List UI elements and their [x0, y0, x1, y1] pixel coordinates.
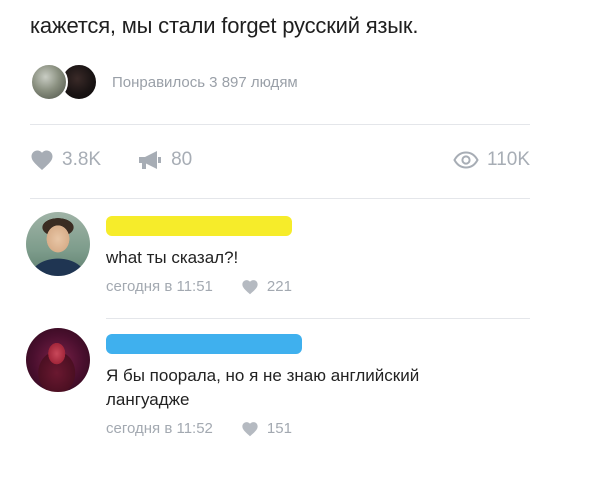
like-button[interactable]: 3.8K	[30, 149, 101, 171]
likes-summary[interactable]: Понравилось 3 897 людям	[30, 62, 298, 102]
commenter-avatar[interactable]	[26, 212, 90, 276]
eye-icon	[453, 151, 479, 169]
comment-likes-count: 221	[266, 278, 292, 295]
divider	[30, 198, 530, 199]
liker-avatar[interactable]	[30, 63, 68, 101]
likes-summary-text[interactable]: Понравилось 3 897 людям	[112, 74, 298, 91]
comment-likes-count: 151	[266, 420, 292, 437]
commenter-name-redacted[interactable]	[106, 216, 292, 236]
commenter-avatar[interactable]	[26, 328, 90, 392]
views-counter: 110K	[453, 149, 530, 171]
comment-time[interactable]: сегодня в 11:52	[106, 420, 213, 437]
post-stats: 3.8K 80 110K	[30, 145, 530, 175]
comment: Я бы поорала, но я не знаю английский ла…	[26, 328, 546, 468]
comment-like-button[interactable]: 221	[241, 278, 292, 295]
heart-icon	[31, 150, 53, 170]
comment-text: what ты сказал?!	[106, 248, 239, 267]
megaphone-icon	[139, 151, 162, 169]
comment-like-button[interactable]: 151	[241, 420, 292, 437]
comment-text: Я бы поорала, но я не знаю английский ла…	[106, 366, 420, 409]
heart-icon	[242, 421, 258, 436]
post-text: кажется, мы стали forget русский язык.	[30, 13, 419, 38]
likes-count: 3.8K	[62, 149, 102, 170]
repost-button[interactable]: 80	[137, 149, 192, 171]
heart-icon	[242, 279, 258, 294]
reposts-count: 80	[171, 149, 193, 170]
commenter-name-redacted[interactable]	[106, 334, 302, 354]
comment: what ты сказал?! сегодня в 11:51 221	[26, 212, 546, 312]
divider	[106, 318, 530, 319]
views-count: 110K	[487, 149, 530, 170]
divider	[30, 124, 530, 125]
comment-time[interactable]: сегодня в 11:51	[106, 278, 213, 295]
